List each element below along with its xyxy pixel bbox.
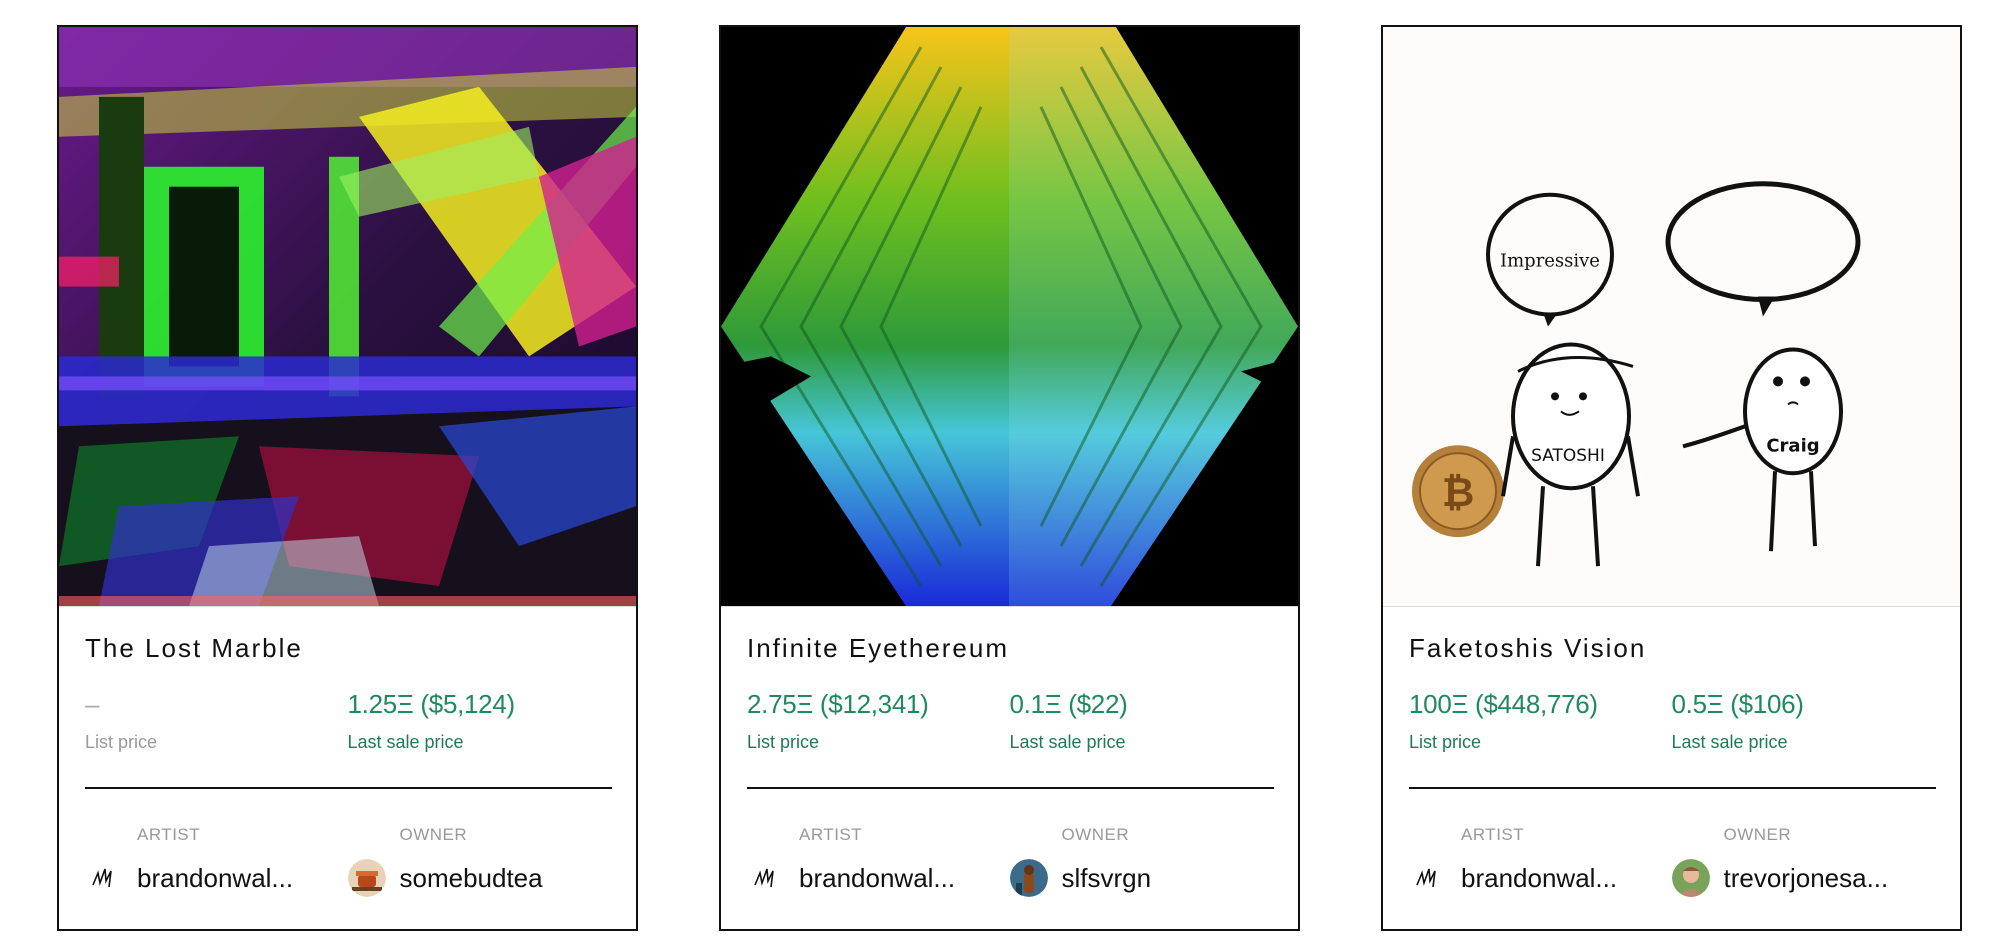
list-price-value: 100Ξ ($448,776): [1409, 689, 1598, 719]
divider: [1409, 787, 1936, 789]
list-price-label: List price: [85, 732, 158, 752]
tea-cup-avatar-icon[interactable]: [347, 859, 386, 897]
price-row: 2.75Ξ ($12,341) List price 0.1Ξ ($22) La…: [747, 688, 1272, 753]
owner-role-label: OWNER: [1061, 825, 1130, 844]
last-sale-label: Last sale price: [347, 732, 464, 752]
artwork-image[interactable]: [59, 27, 636, 607]
cartoon-satoshi-artwork: Impressive ₿ SATOSHI Craig: [1383, 27, 1960, 606]
divider: [85, 787, 612, 789]
ethereum-diamond-artwork: [721, 27, 1298, 606]
right-figure-label: Craig: [1766, 435, 1819, 456]
artist-block[interactable]: ARTIST brandonwal...: [747, 825, 1010, 895]
signature-avatar-icon[interactable]: [85, 859, 123, 897]
artwork-grid: The Lost Marble – List price 1.25Ξ ($5,1…: [57, 25, 1962, 931]
people-row: ARTIST brandonwal... OWNER: [1409, 825, 1935, 897]
artist-role-label: ARTIST: [799, 825, 863, 844]
owner-block[interactable]: OWNER somebudtea: [347, 825, 611, 897]
artwork-title[interactable]: Infinite Eyethereum: [747, 633, 1272, 664]
last-sale-value: 0.1Ξ ($22): [1009, 689, 1128, 719]
svg-text:₿: ₿: [1442, 470, 1475, 516]
left-figure-label: SATOSHI: [1531, 446, 1605, 466]
artwork-card[interactable]: Infinite Eyethereum 2.75Ξ ($12,341) List…: [719, 25, 1300, 931]
list-price-value: –: [85, 689, 100, 719]
last-sale-block: 1.25Ξ ($5,124) Last sale price: [348, 688, 611, 753]
last-sale-value: 1.25Ξ ($5,124): [347, 689, 516, 719]
artist-name[interactable]: brandonwal...: [137, 863, 293, 894]
artist-role-label: ARTIST: [1461, 825, 1525, 844]
artwork-card[interactable]: The Lost Marble – List price 1.25Ξ ($5,1…: [57, 25, 638, 931]
artwork-card[interactable]: Impressive ₿ SATOSHI Craig Faketoshis Vi…: [1381, 25, 1962, 931]
list-price-block: 100Ξ ($448,776) List price: [1409, 688, 1672, 753]
last-sale-label: Last sale price: [1671, 732, 1788, 752]
list-price-label: List price: [747, 732, 820, 752]
artist-block[interactable]: ARTIST brandonwal...: [1409, 825, 1672, 895]
people-row: ARTIST brandonwal... OWNER: [85, 825, 611, 897]
artist-name[interactable]: brandonwal...: [799, 863, 955, 894]
last-sale-label: Last sale price: [1009, 732, 1126, 752]
signature-avatar-icon[interactable]: [747, 859, 785, 897]
figure-avatar-icon[interactable]: [1009, 859, 1048, 897]
divider: [747, 787, 1274, 789]
owner-role-label: OWNER: [1723, 825, 1792, 844]
owner-name[interactable]: somebudtea: [400, 863, 543, 894]
owner-name[interactable]: trevorjonesa...: [1724, 863, 1889, 894]
abstract-glitch-artwork: [59, 27, 636, 606]
owner-name[interactable]: slfsvrgn: [1062, 863, 1152, 894]
price-row: – List price 1.25Ξ ($5,124) Last sale pr…: [85, 688, 610, 753]
signature-avatar-icon[interactable]: [1409, 859, 1447, 897]
list-price-label: List price: [1409, 732, 1482, 752]
price-row: 100Ξ ($448,776) List price 0.5Ξ ($106) L…: [1409, 688, 1934, 753]
artwork-title[interactable]: Faketoshis Vision: [1409, 633, 1934, 664]
owner-role-label: OWNER: [399, 825, 468, 844]
artwork-title[interactable]: The Lost Marble: [85, 633, 610, 664]
owner-block[interactable]: OWNER slfsvrgn: [1009, 825, 1273, 897]
artwork-image[interactable]: Impressive ₿ SATOSHI Craig: [1383, 27, 1960, 607]
artwork-image[interactable]: [721, 27, 1298, 607]
list-price-block: – List price: [85, 688, 348, 753]
owner-block[interactable]: OWNER trevorjonesa...: [1671, 825, 1935, 897]
list-price-block: 2.75Ξ ($12,341) List price: [747, 688, 1010, 753]
bubble-text: Impressive: [1500, 251, 1600, 272]
list-price-value: 2.75Ξ ($12,341): [747, 689, 929, 719]
last-sale-block: 0.5Ξ ($106) Last sale price: [1672, 688, 1935, 753]
artist-name[interactable]: brandonwal...: [1461, 863, 1617, 894]
people-row: ARTIST brandonwal... OWNER: [747, 825, 1273, 897]
artist-block[interactable]: ARTIST brandonwal...: [85, 825, 348, 895]
last-sale-block: 0.1Ξ ($22) Last sale price: [1010, 688, 1273, 753]
portrait-avatar-icon[interactable]: [1671, 859, 1710, 897]
artist-role-label: ARTIST: [137, 825, 201, 844]
last-sale-value: 0.5Ξ ($106): [1671, 689, 1804, 719]
